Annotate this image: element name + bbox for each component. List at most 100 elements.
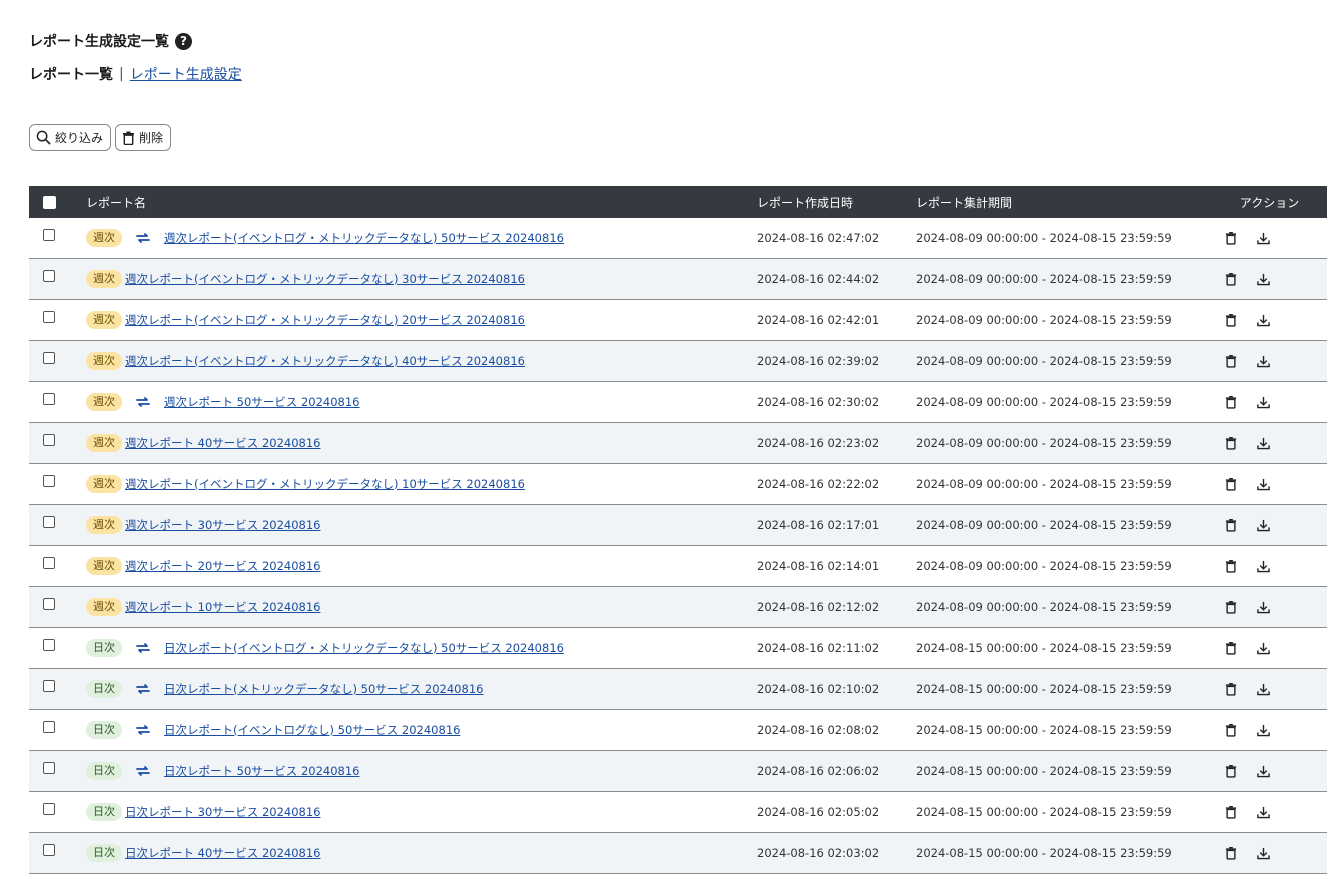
report-link[interactable]: 週次レポート 10サービス 20240816 [125, 599, 320, 615]
download-icon[interactable] [1257, 355, 1270, 368]
delete-button[interactable]: 削除 [115, 124, 172, 151]
download-icon[interactable] [1257, 560, 1270, 573]
page-title: レポート生成設定一覧 ? [29, 31, 192, 51]
report-name-cell: 日次 日次レポート(イベントログ・メトリックデータなし) 50サービス 20240… [69, 627, 757, 669]
trash-icon[interactable] [1225, 518, 1237, 532]
created-cell: 2024-08-16 02:44:02 [757, 258, 916, 300]
table-row: 日次 日次レポート 40サービス 20240816 2024-08-16 02:03… [29, 832, 1327, 874]
row-checkbox[interactable] [43, 515, 55, 528]
row-checkbox[interactable] [43, 228, 55, 241]
table-row: 週次 週次レポート(イベントログ・メトリックデータなし) 20サービス 20240… [29, 299, 1327, 341]
period-cell: 2024-08-15 00:00:00 - 2024-08-15 23:59:5… [916, 668, 1212, 710]
trash-icon[interactable] [1225, 559, 1237, 573]
report-link[interactable]: 週次レポート(イベントログ・メトリックデータなし) 40サービス 2024081… [125, 353, 525, 369]
row-checkbox-cell [29, 422, 69, 464]
row-checkbox-cell [29, 504, 69, 546]
report-link[interactable]: 週次レポート(イベントログ・メトリックデータなし) 50サービス 2024081… [164, 230, 564, 246]
trash-icon[interactable] [1225, 395, 1237, 409]
report-link[interactable]: 日次レポート 50サービス 20240816 [164, 763, 359, 779]
download-icon[interactable] [1257, 437, 1270, 450]
download-icon[interactable] [1257, 642, 1270, 655]
row-checkbox[interactable] [43, 761, 55, 774]
trash-icon[interactable] [1225, 723, 1237, 737]
table-row: 日次 日次レポート 50サービス 20240816 2024-08-16 02:06… [29, 750, 1327, 792]
trash-icon[interactable] [1225, 805, 1237, 819]
period-cell: 2024-08-09 00:00:00 - 2024-08-15 23:59:5… [916, 463, 1212, 505]
row-checkbox-cell [29, 381, 69, 423]
row-checkbox[interactable] [43, 597, 55, 610]
row-checkbox[interactable] [43, 392, 55, 405]
download-icon[interactable] [1257, 724, 1270, 737]
question-circle-icon[interactable]: ? [175, 32, 192, 50]
download-icon[interactable] [1257, 232, 1270, 245]
download-icon[interactable] [1257, 314, 1270, 327]
row-checkbox[interactable] [43, 679, 55, 692]
report-link[interactable]: 日次レポート(イベントログ・メトリックデータなし) 50サービス 2024081… [164, 640, 564, 656]
download-icon[interactable] [1257, 396, 1270, 409]
report-link[interactable]: 日次レポート 30サービス 20240816 [125, 804, 320, 820]
header-report-name[interactable]: レポート名 [69, 186, 757, 218]
report-link[interactable]: 週次レポート 50サービス 20240816 [164, 394, 359, 410]
trash-icon[interactable] [1225, 477, 1237, 491]
trash-icon[interactable] [1225, 641, 1237, 655]
row-checkbox[interactable] [43, 351, 55, 364]
report-link[interactable]: 日次レポート 40サービス 20240816 [125, 845, 320, 861]
created-cell: 2024-08-16 02:47:02 [757, 218, 916, 259]
trash-icon[interactable] [1225, 600, 1237, 614]
download-icon[interactable] [1257, 765, 1270, 778]
trash-icon[interactable] [1225, 846, 1237, 860]
download-icon[interactable] [1257, 601, 1270, 614]
report-link[interactable]: 週次レポート(イベントログ・メトリックデータなし) 20サービス 2024081… [125, 312, 525, 328]
download-icon[interactable] [1257, 478, 1270, 491]
report-link[interactable]: 週次レポート(イベントログ・メトリックデータなし) 30サービス 2024081… [125, 271, 525, 287]
trash-icon[interactable] [1225, 231, 1237, 245]
row-checkbox[interactable] [43, 269, 55, 282]
download-icon[interactable] [1257, 273, 1270, 286]
row-checkbox[interactable] [43, 474, 55, 487]
select-all-checkbox[interactable] [42, 196, 56, 209]
trash-icon[interactable] [1225, 313, 1237, 327]
table-row: 週次 週次レポート(イベントログ・メトリックデータなし) 50サービス 20240… [29, 218, 1327, 259]
action-cell [1212, 586, 1327, 628]
report-link[interactable]: 週次レポート(イベントログ・メトリックデータなし) 10サービス 2024081… [125, 476, 525, 492]
table-row: 週次 週次レポート 40サービス 20240816 2024-08-16 02:23… [29, 422, 1327, 464]
filter-button[interactable]: 絞り込み [29, 124, 112, 151]
row-checkbox[interactable] [43, 843, 55, 856]
trash-icon[interactable] [1225, 764, 1237, 778]
download-icon[interactable] [1257, 683, 1270, 696]
frequency-badge: 日次 [86, 844, 122, 862]
frequency-badge: 日次 [86, 639, 122, 657]
created-cell: 2024-08-16 02:06:02 [757, 750, 916, 792]
report-link[interactable]: 日次レポート(メトリックデータなし) 50サービス 20240816 [164, 681, 483, 697]
download-icon[interactable] [1257, 847, 1270, 860]
row-checkbox[interactable] [43, 556, 55, 569]
header-created[interactable]: レポート作成日時 [757, 186, 916, 218]
report-link[interactable]: 週次レポート 40サービス 20240816 [125, 435, 320, 451]
report-link[interactable]: 日次レポート(イベントログなし) 50サービス 20240816 [164, 722, 460, 738]
report-name-cell: 週次 週次レポート 30サービス 20240816 [69, 504, 757, 546]
download-icon[interactable] [1257, 806, 1270, 819]
row-checkbox[interactable] [43, 310, 55, 323]
report-link[interactable]: 週次レポート 30サービス 20240816 [125, 517, 320, 533]
action-cell [1212, 422, 1327, 464]
subnav-link-report-settings[interactable]: レポート生成設定 [130, 64, 242, 84]
trash-icon[interactable] [1225, 436, 1237, 450]
row-checkbox[interactable] [43, 638, 55, 651]
row-checkbox[interactable] [43, 433, 55, 446]
row-checkbox[interactable] [43, 802, 55, 815]
report-link[interactable]: 週次レポート 20サービス 20240816 [125, 558, 320, 574]
row-checkbox-cell [29, 299, 69, 341]
action-cell [1212, 504, 1327, 546]
row-checkbox[interactable] [43, 720, 55, 733]
download-icon[interactable] [1257, 519, 1270, 532]
row-checkbox-cell [29, 627, 69, 669]
header-period[interactable]: レポート集計期間 [916, 186, 1212, 218]
report-name-cell: 週次 週次レポート(イベントログ・メトリックデータなし) 20サービス 20240… [69, 299, 757, 341]
row-checkbox-cell [29, 791, 69, 833]
action-cell [1212, 832, 1327, 874]
table-row: 週次 週次レポート 50サービス 20240816 2024-08-16 02:30… [29, 381, 1327, 423]
trash-icon[interactable] [1225, 682, 1237, 696]
trash-icon[interactable] [1225, 272, 1237, 286]
report-name-cell: 週次 週次レポート 10サービス 20240816 [69, 586, 757, 628]
trash-icon[interactable] [1225, 354, 1237, 368]
